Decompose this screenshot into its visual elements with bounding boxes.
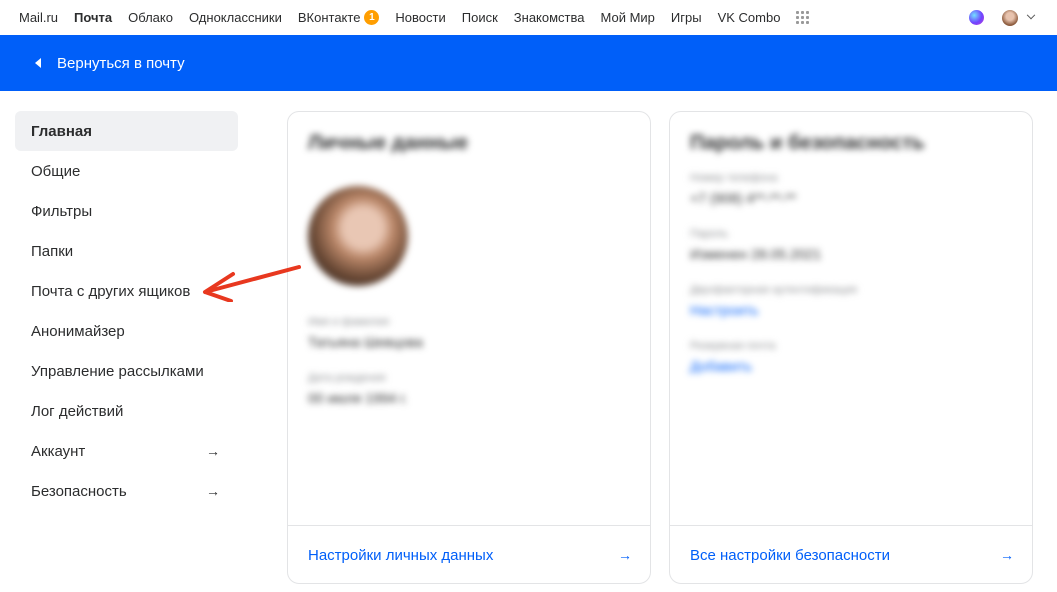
- sidebar-item-label: Папки: [31, 242, 74, 260]
- security-card: Пароль и безопасность Номер телефона +7 …: [669, 111, 1033, 584]
- sidebar-item-label: Аккаунт: [31, 442, 86, 460]
- sidebar-item-label: Фильтры: [31, 202, 93, 220]
- security-settings-label: Все настройки безопасности: [690, 546, 891, 564]
- sidebar-item-label: Общие: [31, 162, 81, 180]
- card-title: Личные данные: [308, 132, 468, 154]
- assistant-icon[interactable]: [969, 10, 984, 25]
- password-value: Изменен 28.05.2021: [690, 246, 822, 262]
- sidebar-item-main[interactable]: Главная: [15, 111, 238, 151]
- card-title: Пароль и безопасность: [690, 132, 925, 154]
- personal-settings-label: Настройки личных данных: [308, 546, 494, 564]
- personal-settings-link[interactable]: Настройки личных данных →: [308, 526, 632, 584]
- portal-links: Mail.ru Почта Облако Одноклассники ВКонт…: [0, 0, 810, 35]
- arrow-right-icon: →: [206, 483, 220, 499]
- name-label: Имя и фамилия: [308, 316, 390, 328]
- security-settings-link[interactable]: Все настройки безопасности →: [690, 526, 1014, 584]
- sidebar-item-label: Безопасность: [31, 482, 127, 500]
- birthday-value: 00 июля 1994 г.: [308, 390, 408, 406]
- profile-photo[interactable]: [308, 186, 408, 286]
- birthday-label: Дата рождения: [308, 372, 386, 384]
- portal-link-igry[interactable]: Игры: [671, 10, 702, 25]
- name-value: Татьяна Шевцова: [308, 334, 423, 350]
- arrow-right-icon: →: [618, 547, 632, 563]
- sidebar-item-label: Управление рассылками: [31, 362, 204, 380]
- sidebar-item-security[interactable]: Безопасность →: [15, 471, 238, 511]
- sidebar-item-label: Почта с других ящиков: [31, 282, 191, 300]
- portal-link-novosti[interactable]: Новости: [395, 10, 445, 25]
- notification-badge: 1: [364, 10, 380, 25]
- personal-data-card: Личные данные Имя и фамилия Татьяна Шевц…: [287, 111, 651, 584]
- portal-user-area: [969, 0, 1057, 35]
- portal-link-mailru[interactable]: Mail.ru: [19, 10, 58, 25]
- back-arrow-icon: [35, 58, 41, 68]
- portal-bar: Mail.ru Почта Облако Одноклассники ВКонт…: [0, 0, 1057, 35]
- password-label: Пароль: [690, 228, 729, 240]
- arrow-right-icon: →: [1000, 547, 1014, 563]
- sidebar-item-anonymizer[interactable]: Анонимайзер: [15, 311, 238, 351]
- backup-email-label: Резервная почта: [690, 340, 776, 352]
- grid-icon[interactable]: [796, 11, 810, 24]
- chevron-down-icon[interactable]: [1026, 10, 1036, 19]
- sidebar-item-activity-log[interactable]: Лог действий: [15, 391, 238, 431]
- portal-link-moy-mir[interactable]: Мой Мир: [601, 10, 655, 25]
- sidebar-item-label: Главная: [31, 122, 93, 140]
- sidebar-item-general[interactable]: Общие: [15, 151, 238, 191]
- sidebar-item-filters[interactable]: Фильтры: [15, 191, 238, 231]
- portal-link-vkontakte[interactable]: ВКонтакте 1: [298, 10, 380, 25]
- twofa-label: Двухфакторная аутентификация: [690, 284, 857, 296]
- sidebar-item-subscriptions[interactable]: Управление рассылками: [15, 351, 238, 391]
- arrow-right-icon: →: [206, 443, 220, 459]
- backup-email-add-link[interactable]: Добавить: [690, 358, 1012, 374]
- portal-link-vk-combo[interactable]: VK Combo: [718, 10, 781, 25]
- personal-data-content: Личные данные Имя и фамилия Татьяна Шевц…: [308, 132, 630, 406]
- phone-label: Номер телефона: [690, 172, 778, 184]
- portal-link-pochta[interactable]: Почта: [74, 10, 112, 25]
- back-to-mail-link[interactable]: Вернуться в почту: [35, 35, 185, 91]
- user-avatar[interactable]: [1002, 9, 1018, 26]
- portal-link-poisk[interactable]: Поиск: [462, 10, 498, 25]
- settings-sidebar: Главная Общие Фильтры Папки Почта с друг…: [15, 111, 238, 511]
- phone-value: +7 (908) 4**-**-**: [690, 190, 797, 206]
- red-arrow-icon: [203, 265, 301, 302]
- portal-link-vkontakte-label: ВКонтакте: [297, 10, 361, 25]
- portal-link-odnoklassniki[interactable]: Одноклассники: [189, 10, 282, 25]
- portal-link-oblako[interactable]: Облако: [128, 10, 173, 25]
- back-to-mail-label: Вернуться в почту: [57, 54, 185, 72]
- twofa-setup-link[interactable]: Настроить: [690, 302, 1012, 318]
- sidebar-item-label: Анонимайзер: [31, 322, 125, 340]
- portal-link-znakomstva[interactable]: Знакомства: [514, 10, 585, 25]
- sidebar-item-account[interactable]: Аккаунт →: [15, 431, 238, 471]
- security-content: Пароль и безопасность Номер телефона +7 …: [690, 132, 1012, 374]
- sidebar-item-label: Лог действий: [31, 402, 124, 420]
- settings-header: Вернуться в почту: [0, 35, 1057, 91]
